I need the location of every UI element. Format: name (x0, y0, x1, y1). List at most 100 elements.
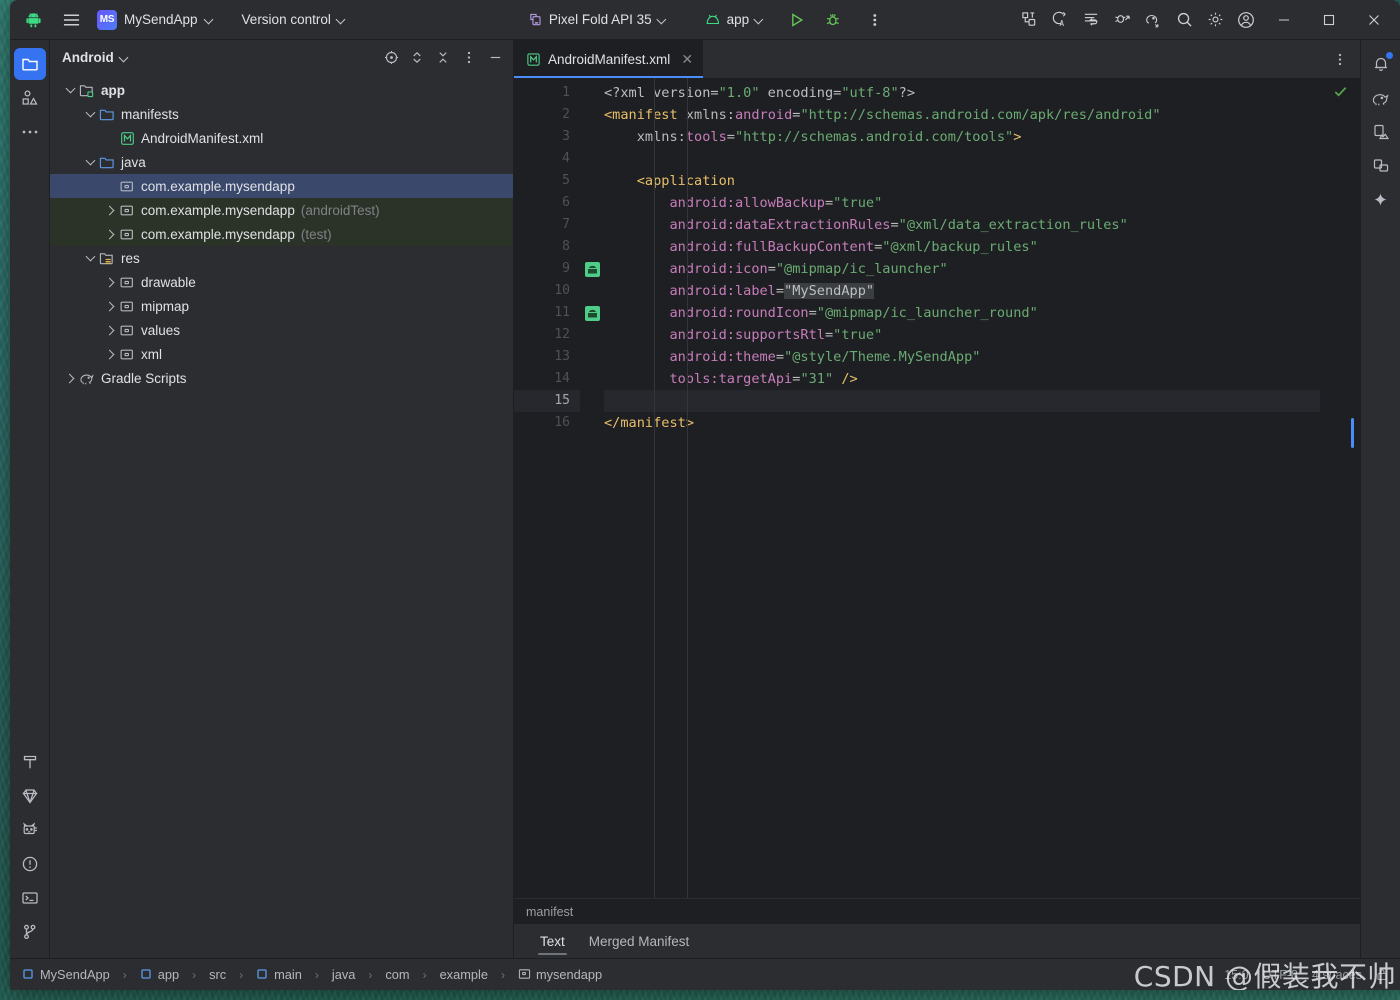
code-line[interactable] (604, 148, 1320, 170)
gemini-sparkle-icon[interactable] (1365, 184, 1397, 216)
tree-node-res[interactable]: res (50, 246, 513, 270)
device-manager-icon[interactable] (1365, 116, 1397, 148)
tree-node-gradle-scripts[interactable]: Gradle Scripts (50, 366, 513, 390)
tree-node-com-example-mysendapp[interactable]: com.example.mysendapp (androidTest) (50, 198, 513, 222)
resource-manager-icon[interactable] (14, 82, 46, 114)
expand-collapse-icon[interactable] (405, 45, 429, 69)
tree-node-mipmap[interactable]: mipmap (50, 294, 513, 318)
hamburger-menu-icon[interactable] (56, 5, 86, 35)
panel-options-icon[interactable] (457, 45, 481, 69)
tree-node-com-example-mysendapp[interactable]: com.example.mysendapp (50, 174, 513, 198)
breadcrumb-item[interactable]: app (140, 967, 179, 982)
chevron-right-icon[interactable] (102, 298, 118, 314)
debug-bug-icon[interactable] (818, 5, 848, 35)
gradle-diamond-icon[interactable] (14, 780, 46, 812)
code-line[interactable]: android:label="MySendApp" (604, 280, 1320, 302)
more-vertical-icon[interactable] (1328, 47, 1352, 71)
window-close-button[interactable] (1352, 1, 1396, 39)
chevron-right-icon[interactable] (102, 226, 118, 242)
chevron-right-icon[interactable] (102, 202, 118, 218)
editor-bottom-tab-merged-manifest[interactable]: Merged Manifest (579, 924, 700, 958)
project-tree[interactable]: app manifests AndroidManifest.xml java com.e… (50, 74, 513, 390)
tree-node-manifests[interactable]: manifests (50, 102, 513, 126)
chevron-right-icon[interactable] (102, 274, 118, 290)
code-editor[interactable]: 1 2 3 4 5 6 7 8 9 10 11 12 13 14 15 16 <?xml version="1… (514, 78, 1360, 898)
version-control-branch-icon[interactable] (14, 916, 46, 948)
status-indent[interactable]: 4 spaces (1312, 968, 1362, 982)
tree-node-xml[interactable]: xml (50, 342, 513, 366)
hide-panel-icon[interactable] (483, 45, 507, 69)
terminal-output-icon[interactable] (1076, 5, 1106, 35)
gutter-icons-column[interactable] (580, 78, 604, 898)
code-line[interactable]: android:fullBackupContent="@xml/backup_r… (604, 236, 1320, 258)
logcat-cat-icon[interactable] (14, 814, 46, 846)
account-avatar-icon[interactable] (1231, 5, 1261, 35)
breadcrumb-item[interactable]: MySendApp (22, 967, 110, 982)
search-icon[interactable] (1169, 5, 1199, 35)
code-line[interactable]: <?xml version="1.0" encoding="utf-8"?> (604, 82, 1320, 104)
code-line[interactable]: <application (604, 170, 1320, 192)
status-lock-icon[interactable] (1376, 968, 1388, 981)
tree-node-java[interactable]: java (50, 150, 513, 174)
breadcrumb[interactable]: MySendApp › app › src › main › java › com › example ›… (22, 967, 602, 982)
code-line[interactable] (604, 390, 1320, 412)
code-content[interactable]: <?xml version="1.0" encoding="utf-8"?> <m… (604, 78, 1320, 898)
window-minimize-button[interactable] (1262, 1, 1306, 39)
settings-gear-icon[interactable] (1200, 5, 1230, 35)
close-icon[interactable]: ✕ (681, 51, 693, 68)
breadcrumb-item[interactable]: main (256, 967, 302, 982)
chevron-right-icon[interactable] (62, 370, 78, 386)
code-line[interactable]: android:supportsRtl="true" (604, 324, 1320, 346)
chevron-right-icon[interactable] (102, 322, 118, 338)
project-selector[interactable]: MS MySendApp (92, 6, 222, 34)
breadcrumb-item[interactable]: com (385, 967, 409, 982)
chevron-down-icon[interactable] (62, 82, 78, 98)
code-line[interactable]: <manifest xmlns:android="http://schemas.… (604, 104, 1320, 126)
status-encoding[interactable]: UTF-8 (1263, 968, 1298, 982)
android-resource-gutter-icon[interactable] (580, 258, 604, 280)
tree-node-com-example-mysendapp[interactable]: com.example.mysendapp (test) (50, 222, 513, 246)
code-line[interactable]: tools:targetApi="31" /> (604, 368, 1320, 390)
android-resource-gutter-icon[interactable] (580, 302, 604, 324)
notifications-bell-icon[interactable] (1365, 48, 1397, 80)
code-line[interactable]: android:icon="@mipmap/ic_launcher" (604, 258, 1320, 280)
version-control-menu[interactable]: Version control (234, 6, 354, 34)
build-hammer-icon[interactable] (14, 746, 46, 778)
chevron-down-icon[interactable] (82, 106, 98, 122)
editor-tab-androidmanifest[interactable]: AndroidManifest.xml ✕ (514, 40, 704, 78)
gradle-sync-icon[interactable] (1138, 5, 1168, 35)
breadcrumb-item[interactable]: mysendapp (518, 967, 602, 982)
breadcrumb-item[interactable]: java (332, 967, 355, 982)
project-view-selector[interactable]: Android (62, 50, 129, 65)
device-selector[interactable]: Pixel Fold API 35 (520, 6, 675, 34)
more-vertical-icon[interactable] (860, 5, 890, 35)
code-line[interactable]: android:roundIcon="@mipmap/ic_launcher_r… (604, 302, 1320, 324)
code-line[interactable]: android:dataExtractionRules="@xml/data_e… (604, 214, 1320, 236)
tree-node-app[interactable]: app (50, 78, 513, 102)
tree-node-androidmanifest-xml[interactable]: AndroidManifest.xml (50, 126, 513, 150)
problems-warning-icon[interactable] (14, 848, 46, 880)
editor-bottom-tab-text[interactable]: Text (530, 924, 575, 958)
chevron-right-icon[interactable] (102, 346, 118, 362)
breadcrumb-item[interactable]: example (440, 967, 488, 982)
code-line[interactable]: android:allowBackup="true" (604, 192, 1320, 214)
running-devices-icon[interactable] (1365, 150, 1397, 182)
project-folder-icon[interactable] (13, 48, 46, 80)
more-tool-windows-icon[interactable] (14, 116, 46, 148)
tree-node-values[interactable]: values (50, 318, 513, 342)
code-line[interactable]: </manifest> (604, 412, 1320, 434)
profiler-icon[interactable] (1107, 5, 1137, 35)
breadcrumb-item[interactable]: src (209, 967, 226, 982)
code-line[interactable]: xmlns:tools="http://schemas.android.com/… (604, 126, 1320, 148)
search-everywhere-code-icon[interactable]: A (1045, 5, 1075, 35)
code-with-me-icon[interactable] (1014, 5, 1044, 35)
code-line[interactable]: android:theme="@style/Theme.MySendApp" (604, 346, 1320, 368)
collapse-all-icon[interactable] (431, 45, 455, 69)
editor-scrollbar-thumb[interactable] (1351, 418, 1354, 448)
terminal-icon[interactable] (14, 882, 46, 914)
select-opened-file-icon[interactable] (379, 45, 403, 69)
run-play-icon[interactable] (782, 5, 812, 35)
tree-node-drawable[interactable]: drawable (50, 270, 513, 294)
gradle-elephant-icon[interactable] (1365, 82, 1397, 114)
chevron-down-icon[interactable] (82, 250, 98, 266)
